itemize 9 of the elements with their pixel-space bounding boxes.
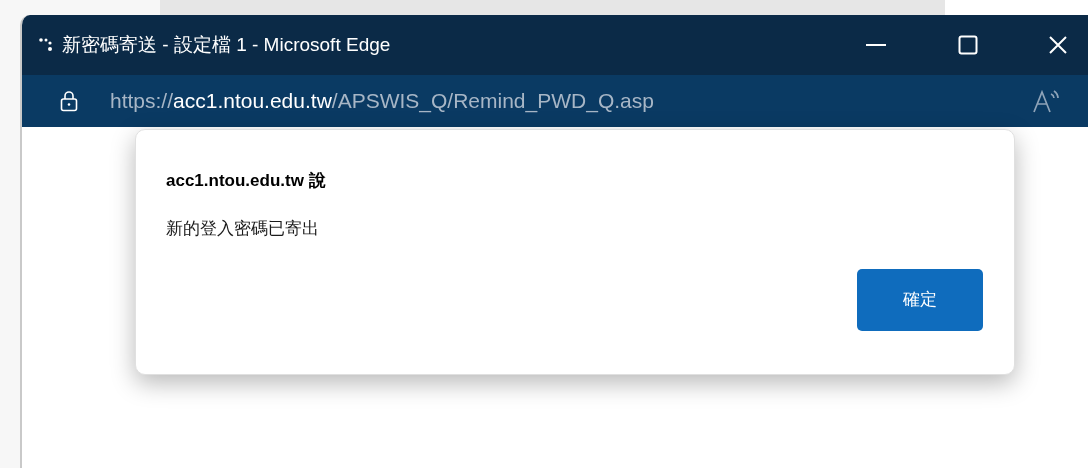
minimize-icon <box>866 43 886 47</box>
window-title: 新密碼寄送 - 設定檔 1 - Microsoft Edge <box>62 32 391 57</box>
maximize-icon <box>958 35 978 55</box>
dialog-message: 新的登入密碼已寄出 <box>166 217 319 240</box>
close-icon <box>1048 35 1068 55</box>
dialog-title: acc1.ntou.edu.tw 說 <box>166 170 326 192</box>
ok-button[interactable]: 確定 <box>857 269 983 331</box>
read-aloud-icon[interactable] <box>1032 88 1062 114</box>
lock-icon <box>60 90 78 112</box>
